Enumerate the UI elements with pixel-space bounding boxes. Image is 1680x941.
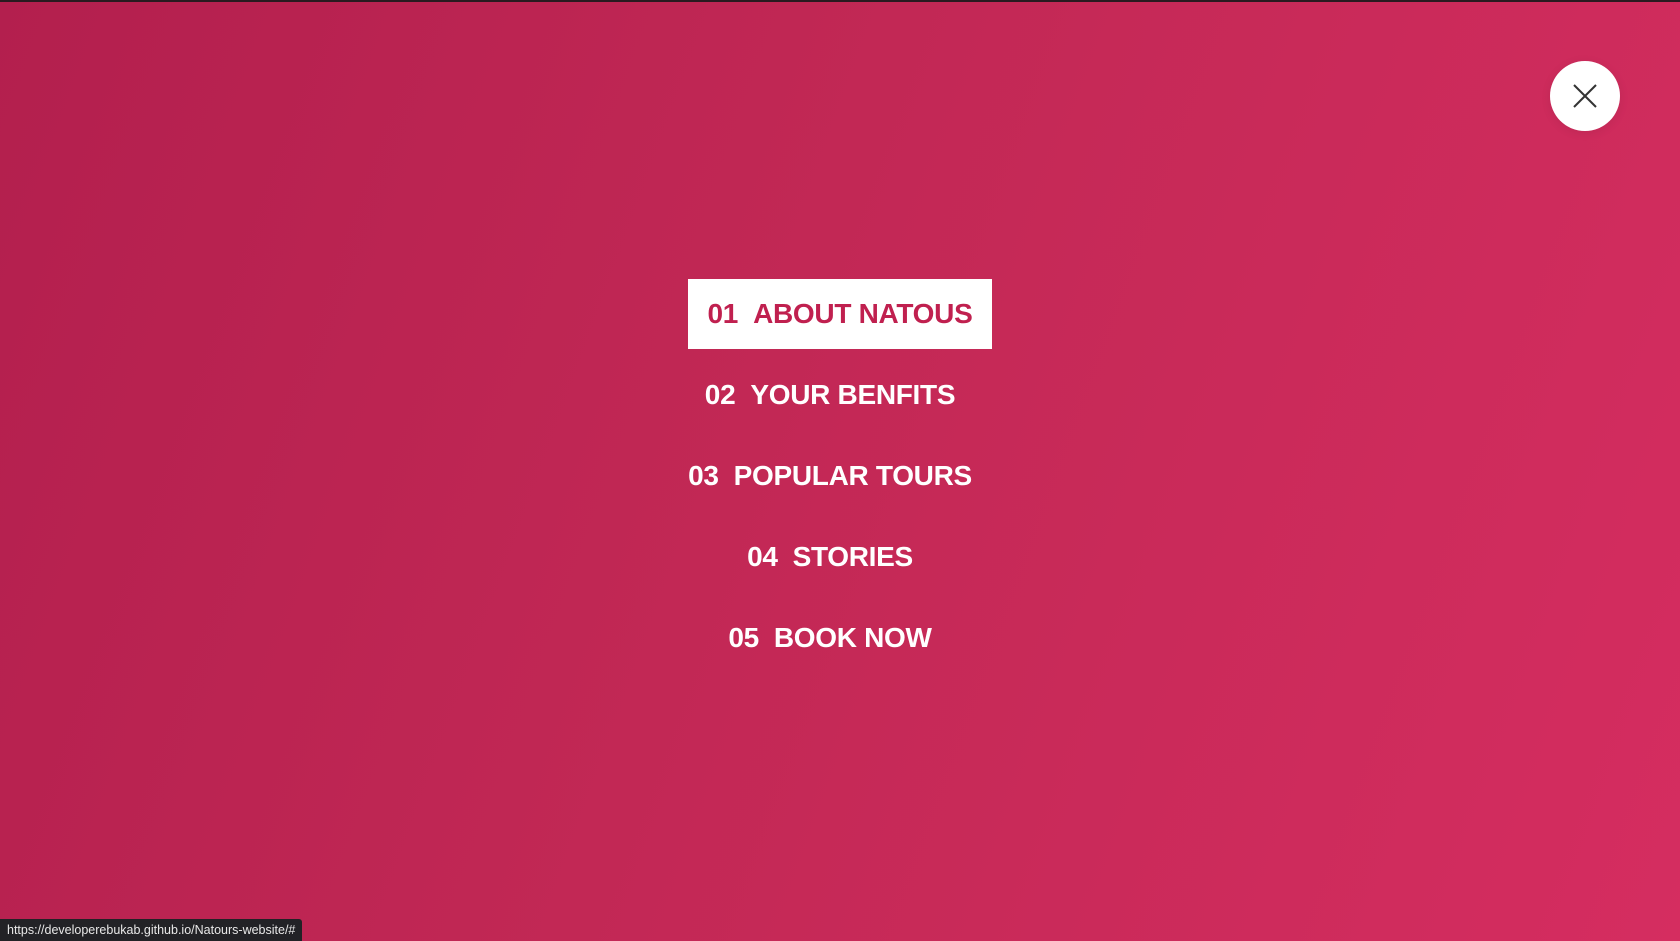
nav-item-number: 02	[704, 378, 736, 410]
nav-item-number: 05	[728, 621, 759, 653]
nav-item-label: STORIES	[792, 540, 914, 572]
nav-item-number: 01	[707, 297, 739, 329]
nav-item-benefits: 02 YOUR BENFITS	[0, 354, 1680, 435]
nav-item-about: 01 ABOUT NATOUS	[0, 273, 1680, 354]
window-top-edge	[0, 0, 1680, 2]
nav-item-label: POPULAR TOURS	[733, 459, 973, 491]
nav-item-stories: 04 STORIES	[0, 516, 1680, 597]
nav-item-number: 03	[688, 459, 719, 491]
link-status-bar: https://developerebukab.github.io/Natour…	[0, 919, 303, 941]
nav-item-number: 04	[747, 540, 778, 572]
nav-link-benefits[interactable]: 02 YOUR BENFITS	[685, 360, 975, 430]
nav-item-label: ABOUT NATOUS	[753, 297, 973, 329]
nav-link-book[interactable]: 05 BOOK NOW	[708, 603, 951, 673]
nav-link-tours[interactable]: 03 POPULAR TOURS	[668, 441, 992, 511]
nav-item-label: YOUR BENFITS	[750, 378, 956, 410]
nav-item-tours: 03 POPULAR TOURS	[0, 435, 1680, 516]
nav-item-book: 05 BOOK NOW	[0, 597, 1680, 678]
close-icon	[1573, 84, 1597, 108]
navigation-menu: 01 ABOUT NATOUS 02 YOUR BENFITS 03 POPUL…	[0, 273, 1680, 678]
nav-link-about[interactable]: 01 ABOUT NATOUS	[687, 278, 993, 349]
nav-link-stories[interactable]: 04 STORIES	[727, 522, 933, 592]
close-navigation-button[interactable]	[1550, 61, 1620, 131]
nav-item-label: BOOK NOW	[773, 621, 932, 653]
